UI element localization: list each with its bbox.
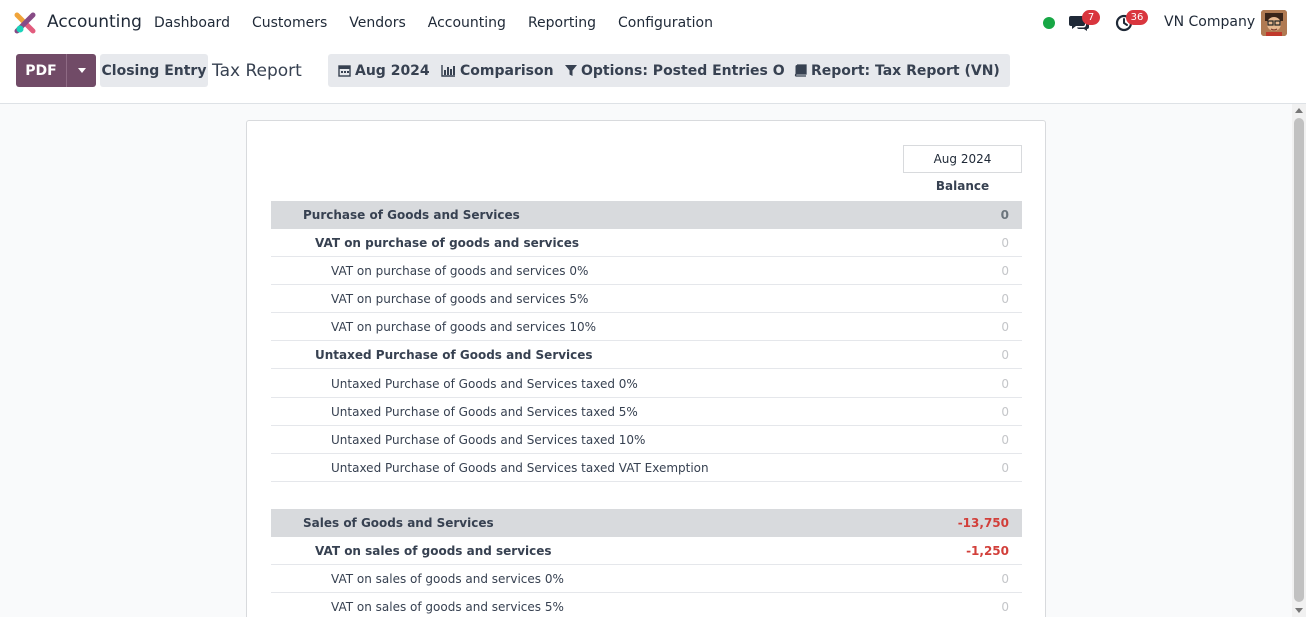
pdf-button[interactable]: PDF bbox=[16, 54, 66, 87]
report-line-row[interactable]: VAT on purchase of goods and services 5%… bbox=[271, 285, 1022, 313]
funnel-icon bbox=[565, 65, 577, 76]
report-content: Aug 2024 Balance Purchase of Goods and S… bbox=[0, 104, 1306, 617]
user-avatar[interactable] bbox=[1261, 10, 1287, 36]
report-line-row[interactable]: VAT on purchase of goods and services 0%… bbox=[271, 257, 1022, 285]
report-line-row[interactable]: Untaxed Purchase of Goods and Services t… bbox=[271, 454, 1022, 482]
scroll-down-arrow-icon[interactable] bbox=[1295, 608, 1303, 613]
main-menu: Dashboard Customers Vendors Accounting R… bbox=[143, 0, 724, 46]
menu-configuration[interactable]: Configuration bbox=[607, 15, 724, 31]
report-group-row[interactable]: VAT on sales of goods and services -1,250 bbox=[271, 537, 1022, 565]
bar-chart-icon bbox=[441, 65, 455, 77]
scrollbar-thumb[interactable] bbox=[1294, 118, 1304, 602]
report-selector-button[interactable]: Report: Tax Report (VN) bbox=[784, 54, 1010, 87]
report-line-label: VAT on purchase of goods and services 5% bbox=[331, 291, 589, 306]
menu-accounting[interactable]: Accounting bbox=[417, 15, 517, 31]
report-line-balance[interactable]: -1,250 bbox=[966, 544, 1009, 558]
options-filter-label: Options: Posted Entries Only bbox=[581, 62, 809, 79]
closing-entry-button[interactable]: Closing Entry bbox=[100, 54, 208, 87]
company-switcher[interactable]: VN Company bbox=[1164, 14, 1255, 30]
online-status-icon bbox=[1043, 17, 1055, 29]
report-line-balance[interactable]: 0 bbox=[1001, 320, 1009, 334]
report-line-balance[interactable]: 0 bbox=[1001, 264, 1009, 278]
report-line-balance[interactable]: 0 bbox=[1001, 236, 1009, 250]
report-line-label: Untaxed Purchase of Goods and Services t… bbox=[331, 432, 646, 447]
report-line-row[interactable]: Untaxed Purchase of Goods and Services t… bbox=[271, 398, 1022, 426]
report-line-label: Untaxed Purchase of Goods and Services t… bbox=[331, 460, 709, 475]
menu-vendors[interactable]: Vendors bbox=[338, 15, 416, 31]
page-scrollbar[interactable] bbox=[1292, 104, 1306, 617]
report-line-label: VAT on sales of goods and services 0% bbox=[331, 571, 564, 586]
report-line-label: Purchase of Goods and Services bbox=[303, 208, 520, 222]
report-line-label: Untaxed Purchase of Goods and Services t… bbox=[331, 404, 638, 419]
comparison-button[interactable]: Comparison bbox=[431, 54, 564, 87]
pdf-dropdown-toggle[interactable] bbox=[66, 54, 96, 87]
report-line-label: VAT on sales of goods and services 5% bbox=[331, 599, 564, 614]
report-line-balance[interactable]: 0 bbox=[1001, 377, 1009, 391]
report-line-balance[interactable]: 0 bbox=[1001, 461, 1009, 475]
report-line-balance[interactable]: 0 bbox=[1001, 600, 1009, 614]
report-line-label: VAT on purchase of goods and services 10… bbox=[331, 319, 597, 334]
report-line-balance[interactable]: 0 bbox=[1001, 572, 1009, 586]
period-column-header[interactable]: Aug 2024 bbox=[903, 145, 1022, 173]
report-line-balance[interactable]: 0 bbox=[1001, 348, 1009, 362]
menu-customers[interactable]: Customers bbox=[241, 15, 338, 31]
comparison-label: Comparison bbox=[460, 62, 554, 79]
page-title: Tax Report bbox=[212, 61, 302, 81]
date-filter-button[interactable]: Aug 2024 bbox=[328, 54, 440, 87]
report-line-label: VAT on purchase of goods and services 0% bbox=[331, 263, 589, 278]
top-navbar: Accounting Dashboard Customers Vendors A… bbox=[0, 0, 1306, 46]
report-line-balance[interactable]: 0 bbox=[1001, 433, 1009, 447]
report-selector-label: Report: Tax Report (VN) bbox=[811, 62, 1000, 79]
report-section-row[interactable]: Purchase of Goods and Services 0 bbox=[271, 201, 1022, 229]
report-line-row[interactable]: Untaxed Purchase of Goods and Services t… bbox=[271, 370, 1022, 398]
menu-dashboard[interactable]: Dashboard bbox=[143, 15, 241, 31]
menu-reporting[interactable]: Reporting bbox=[517, 15, 607, 31]
report-line-label: Untaxed Purchase of Goods and Services bbox=[315, 347, 593, 362]
report-line-label: Sales of Goods and Services bbox=[303, 516, 494, 530]
app-name[interactable]: Accounting bbox=[47, 12, 142, 32]
report-section-row[interactable]: Sales of Goods and Services -13,750 bbox=[271, 509, 1022, 537]
tax-report-card: Aug 2024 Balance Purchase of Goods and S… bbox=[246, 120, 1046, 617]
report-line-balance[interactable]: 0 bbox=[1001, 208, 1009, 222]
report-line-row[interactable]: VAT on sales of goods and services 5% 0 bbox=[271, 593, 1022, 617]
chat-count-badge: 7 bbox=[1082, 10, 1100, 25]
date-filter-label: Aug 2024 bbox=[355, 62, 430, 79]
report-group-row[interactable]: Untaxed Purchase of Goods and Services 0 bbox=[271, 341, 1022, 369]
report-line-balance[interactable]: 0 bbox=[1001, 405, 1009, 419]
report-line-balance[interactable]: 0 bbox=[1001, 292, 1009, 306]
book-icon bbox=[794, 64, 807, 77]
report-line-label: VAT on purchase of goods and services bbox=[315, 235, 579, 250]
report-line-label: VAT on sales of goods and services bbox=[315, 543, 552, 558]
caret-down-icon bbox=[77, 68, 86, 73]
control-panel: PDF Closing Entry Tax Report Aug 2024 Co… bbox=[0, 46, 1306, 104]
calendar-icon bbox=[338, 65, 351, 77]
report-line-row[interactable]: VAT on purchase of goods and services 10… bbox=[271, 313, 1022, 341]
activity-count-badge: 36 bbox=[1126, 10, 1148, 25]
balance-column-header: Balance bbox=[935, 179, 990, 193]
report-line-label: Untaxed Purchase of Goods and Services t… bbox=[331, 376, 638, 391]
options-filter-button[interactable]: Options: Posted Entries Only bbox=[555, 54, 819, 87]
report-group-row[interactable]: VAT on purchase of goods and services 0 bbox=[271, 229, 1022, 257]
scroll-up-arrow-icon[interactable] bbox=[1295, 108, 1303, 113]
report-line-row[interactable]: VAT on sales of goods and services 0% 0 bbox=[271, 565, 1022, 593]
report-line-balance[interactable]: -13,750 bbox=[958, 516, 1009, 530]
accounting-app-icon[interactable] bbox=[14, 12, 36, 34]
report-line-row[interactable]: Untaxed Purchase of Goods and Services t… bbox=[271, 426, 1022, 454]
